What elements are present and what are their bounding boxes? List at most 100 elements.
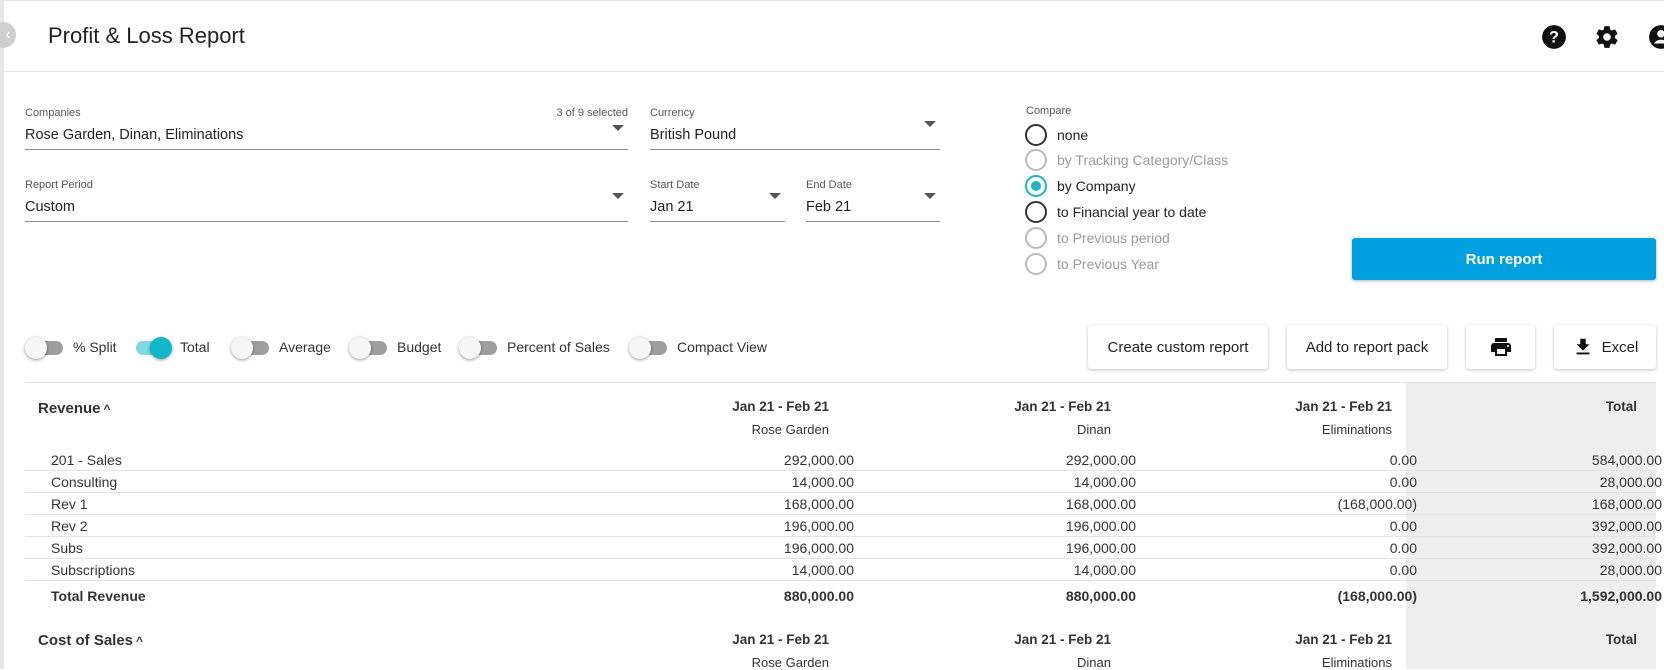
cell-value: 0.00 [1389,474,1417,490]
excel-label: Excel [1601,338,1639,356]
compare-option-label: to Financial year to date [1057,204,1207,220]
cell-value: 584,000.00 [1591,452,1662,468]
companies-label: Companies [25,107,81,119]
toggle-label: Percent of Sales [507,339,610,355]
end-date-select[interactable]: End Date Feb 21 [806,179,940,223]
cell-value: 28,000.00 [1599,562,1662,578]
column-header-rose-garden: Jan 21 - Feb 21 Rose Garden [629,632,829,670]
end-date-value: Feb 21 [806,199,852,215]
toggle-label: Average [279,339,331,355]
start-date-select[interactable]: Start Date Jan 21 [650,179,785,223]
cell-value: 14,000.00 [1073,562,1136,578]
excel-export-button[interactable]: Excel [1554,325,1656,369]
column-header-dinan: Jan 21 - Feb 21 Dinan [911,632,1111,670]
currency-value: British Pound [650,127,737,143]
column-period: Total [1605,399,1637,414]
chevron-up-icon: ^ [136,634,144,648]
report-period-select[interactable]: Report Period Custom [25,179,628,223]
toggle-switch[interactable] [231,337,269,359]
field-underline [806,221,940,222]
column-period: Total [1605,632,1637,647]
download-icon [1576,338,1590,355]
currency-select[interactable]: Currency British Pound [650,107,940,151]
cell-value: 196,000.00 [1065,540,1136,556]
cost-of-sales-section-toggle[interactable]: Cost of Sales ^ [38,632,143,649]
compare-option-label: by Company [1057,178,1136,194]
companies-select[interactable]: Companies 3 of 9 selected Rose Garden, D… [25,107,628,151]
row-label: Subscriptions [51,562,136,578]
end-date-label: End Date [806,179,852,191]
toggle-budget[interactable]: Budget [349,337,442,359]
compare-label: Compare [1026,105,1072,117]
table-row: Rev 1 168,000.00 168,000.00 (168,000.00)… [25,493,1662,515]
table-row: Rev 2 196,000.00 196,000.00 0.00 392,000… [25,515,1662,537]
settings-icon[interactable] [1594,24,1620,50]
cell-value: 196,000.00 [1065,518,1136,534]
radio-button[interactable] [1025,124,1047,146]
chevron-down-icon [769,193,781,199]
cell-value: 196,000.00 [783,518,854,534]
account-icon[interactable] [1648,24,1664,50]
column-period: Jan 21 - Feb 21 [1295,632,1392,647]
toggle-average[interactable]: Average [231,337,331,359]
row-label: Subs [51,540,83,556]
toggle-switch[interactable] [629,337,667,359]
toggle-switch[interactable] [349,337,387,359]
compare-option-fytd[interactable]: to Financial year to date [1025,201,1206,223]
compare-option-label: to Previous period [1057,230,1170,246]
companies-selected-count: 3 of 9 selected [556,107,628,119]
cell-value: 14,000.00 [1073,474,1136,490]
cell-value: 880,000.00 [1065,588,1136,604]
cell-value: 0.00 [1389,518,1417,534]
compare-option-tracking: by Tracking Category/Class [1025,149,1228,171]
compare-option-label: to Previous Year [1057,256,1159,272]
toggle-compact-view[interactable]: Compact View [629,337,768,359]
toggle-percent-of-sales[interactable]: Percent of Sales [459,337,610,359]
toggle-switch[interactable] [459,337,497,359]
total-revenue-row: Total Revenue 880,000.00 880,000.00 (168… [25,585,1662,607]
compare-option-previous-year: to Previous Year [1025,253,1159,275]
column-entity: Dinan [1077,655,1111,670]
cell-value: 1,592,000.00 [1580,588,1662,604]
toggle-label: Budget [397,339,442,355]
print-button[interactable] [1466,325,1535,369]
cell-value: 168,000.00 [1591,496,1662,512]
cell-value: 0.00 [1389,452,1417,468]
toggle-split[interactable]: % Split [25,337,117,359]
cell-value: 392,000.00 [1591,540,1662,556]
revenue-section-toggle[interactable]: Revenue ^ [38,400,111,417]
help-icon[interactable]: ? [1541,24,1567,50]
create-custom-report-button[interactable]: Create custom report [1088,325,1268,369]
radio-button [1025,227,1047,249]
compare-option-company[interactable]: by Company [1025,175,1136,197]
add-to-report-pack-button[interactable]: Add to report pack [1287,325,1447,369]
svg-text:?: ? [1549,28,1559,46]
table-row: Consulting 14,000.00 14,000.00 0.00 28,0… [25,471,1662,493]
column-header-total: Total [1437,399,1637,414]
column-entity: Rose Garden [751,422,829,437]
compare-option-previous-period: to Previous period [1025,227,1170,249]
toggle-total[interactable]: Total [132,337,210,359]
chevron-down-icon [924,121,936,127]
run-report-button[interactable]: Run report [1352,238,1656,280]
page-header: Profit & Loss Report ? [4,0,1664,72]
toggle-label: Compact View [677,339,768,355]
toggle-switch[interactable] [25,337,63,359]
field-underline [650,149,940,150]
column-period: Jan 21 - Feb 21 [732,632,829,647]
toggle-label: Total [180,339,210,355]
toggle-switch[interactable] [132,337,172,359]
cell-value: 392,000.00 [1591,518,1662,534]
radio-button[interactable] [1025,175,1047,197]
table-row: Subscriptions 14,000.00 14,000.00 0.00 2… [25,559,1662,581]
radio-button[interactable] [1025,201,1047,223]
chevron-down-icon [924,193,936,199]
start-date-value: Jan 21 [650,199,694,215]
radio-button [1025,253,1047,275]
field-underline [25,149,628,150]
radio-button [1025,149,1047,171]
compare-option-none[interactable]: none [1025,124,1088,146]
toggle-label: % Split [73,339,117,355]
cell-value: 292,000.00 [783,452,854,468]
cell-value: (168,000.00) [1337,496,1417,512]
